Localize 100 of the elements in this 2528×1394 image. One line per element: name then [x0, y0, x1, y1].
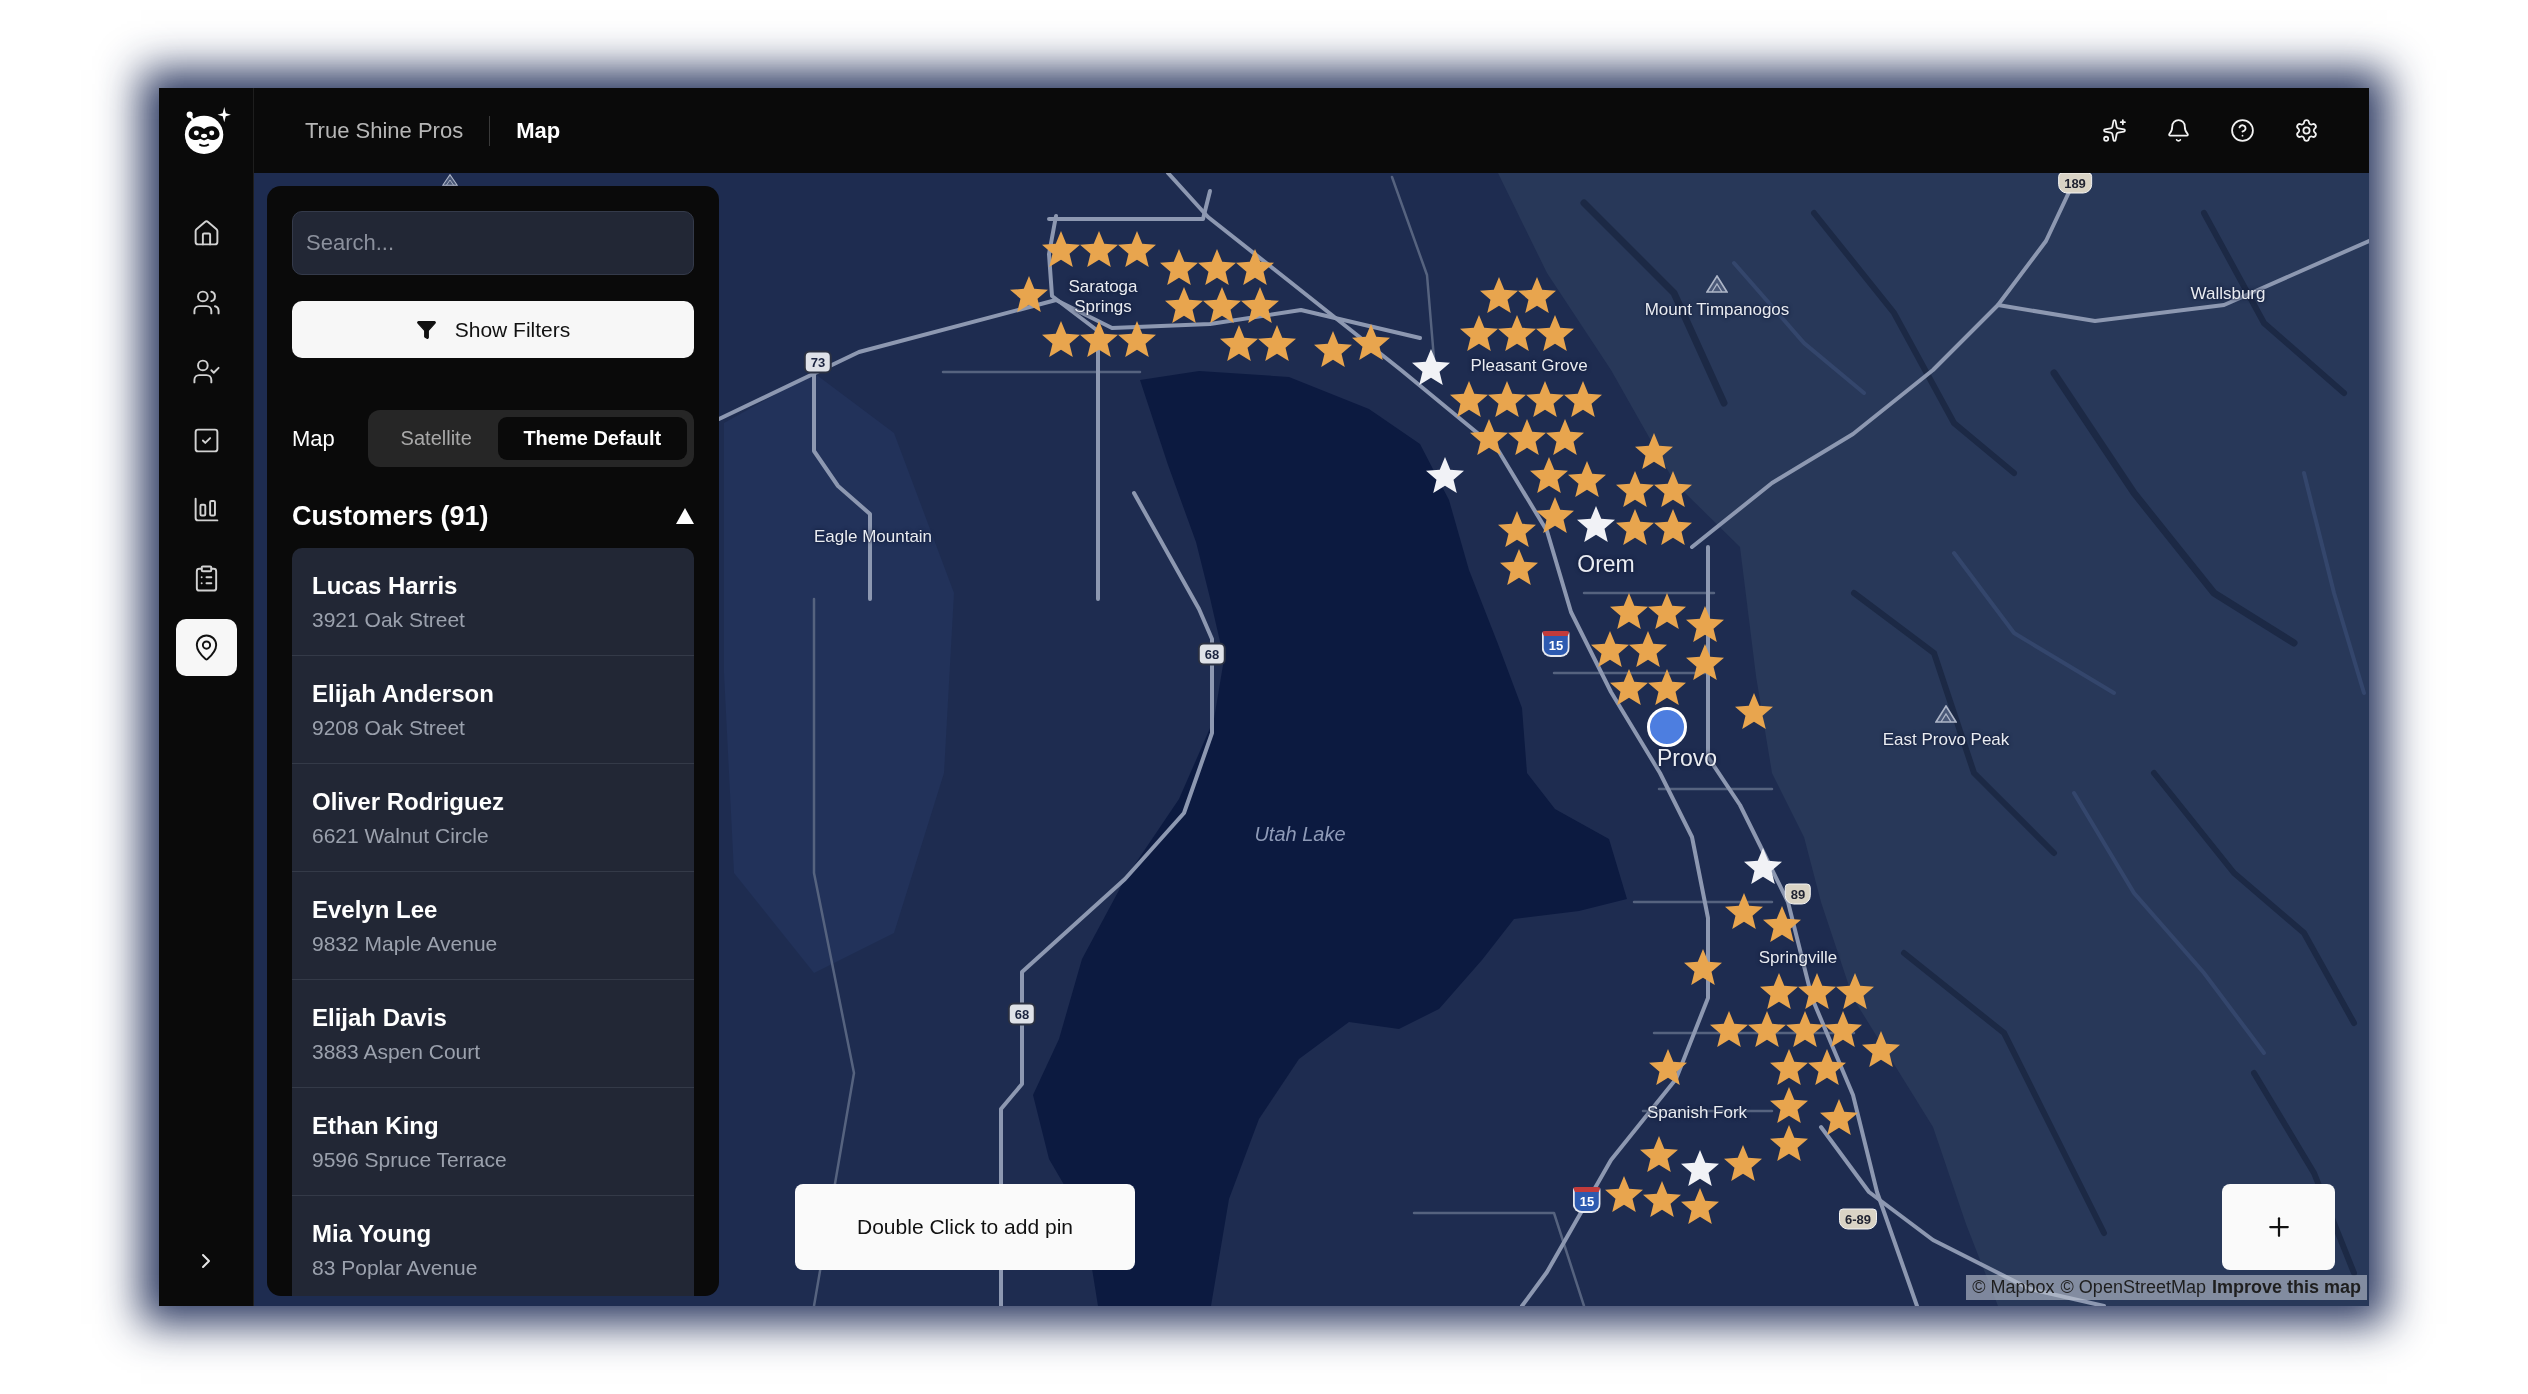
star-marker-icon[interactable] [1564, 381, 1602, 417]
breadcrumb-item[interactable]: Map [516, 117, 561, 144]
star-marker-icon[interactable] [1681, 1150, 1719, 1186]
star-marker-icon[interactable] [1681, 1188, 1719, 1224]
star-marker-icon[interactable] [1735, 693, 1773, 729]
star-marker-icon[interactable] [1820, 1099, 1858, 1135]
star-marker-icon[interactable] [1118, 321, 1156, 357]
customer-list-item[interactable]: Lucas Harris 3921 Oak Street [292, 548, 694, 656]
peak-label: East Provo Peak [1882, 730, 2010, 750]
attribution-link[interactable]: © Mapbox [1972, 1277, 2055, 1298]
star-marker-icon[interactable] [1042, 231, 1080, 267]
star-marker-icon[interactable] [1518, 277, 1556, 313]
star-marker-icon[interactable] [1648, 669, 1686, 705]
customer-list-item[interactable]: Evelyn Lee 9832 Maple Avenue [292, 872, 694, 980]
star-marker-icon[interactable] [1610, 593, 1648, 629]
customer-list-item[interactable]: Oliver Rodriguez 6621 Walnut Circle [292, 764, 694, 872]
star-marker-icon[interactable] [1763, 906, 1801, 942]
map-style-option[interactable]: Satellite [374, 417, 498, 460]
sparkles-icon[interactable] [2102, 118, 2127, 143]
star-marker-icon[interactable] [1862, 1031, 1900, 1067]
star-marker-icon[interactable] [1203, 287, 1241, 323]
star-marker-icon[interactable] [1488, 381, 1526, 417]
star-marker-icon[interactable] [1725, 893, 1763, 929]
star-marker-icon[interactable] [1760, 973, 1798, 1009]
star-marker-icon[interactable] [1258, 325, 1296, 361]
sidebar-nav-button[interactable] [175, 619, 237, 676]
settings-icon[interactable] [2294, 118, 2319, 143]
customer-list-item[interactable]: Elijah Davis 3883 Aspen Court [292, 980, 694, 1088]
star-marker-icon[interactable] [1530, 457, 1568, 493]
map-style-option[interactable]: Theme Default [497, 417, 687, 460]
star-marker-icon[interactable] [1546, 419, 1584, 455]
star-marker-icon[interactable] [1118, 231, 1156, 267]
star-marker-icon[interactable] [1470, 419, 1508, 455]
star-marker-icon[interactable] [1654, 509, 1692, 545]
collapse-triangle-icon[interactable] [676, 508, 694, 524]
breadcrumb-item[interactable]: True Shine Pros [305, 117, 464, 144]
star-marker-icon[interactable] [1643, 1181, 1681, 1217]
star-marker-icon[interactable] [1042, 321, 1080, 357]
star-marker-icon[interactable] [1460, 315, 1498, 351]
star-marker-icon[interactable] [1748, 1011, 1786, 1047]
star-marker-icon[interactable] [1635, 433, 1673, 469]
star-marker-icon[interactable] [1498, 315, 1536, 351]
star-marker-icon[interactable] [1684, 949, 1722, 985]
star-marker-icon[interactable] [1710, 1011, 1748, 1047]
star-marker-icon[interactable] [1412, 349, 1450, 385]
star-marker-icon[interactable] [1724, 1145, 1762, 1181]
star-marker-icon[interactable] [1220, 325, 1258, 361]
star-marker-icon[interactable] [1577, 506, 1615, 542]
star-marker-icon[interactable] [1500, 549, 1538, 585]
customer-list-item[interactable]: Mia Young 83 Poplar Avenue [292, 1196, 694, 1296]
star-marker-icon[interactable] [1808, 1049, 1846, 1085]
star-marker-icon[interactable] [1536, 315, 1574, 351]
bell-icon[interactable] [2166, 118, 2191, 143]
star-marker-icon[interactable] [1836, 973, 1874, 1009]
star-marker-icon[interactable] [1686, 606, 1724, 642]
star-marker-icon[interactable] [1080, 231, 1118, 267]
star-marker-icon[interactable] [1770, 1087, 1808, 1123]
star-marker-icon[interactable] [1080, 321, 1118, 357]
help-icon[interactable] [2230, 118, 2255, 143]
star-marker-icon[interactable] [1770, 1049, 1808, 1085]
star-marker-icon[interactable] [1616, 471, 1654, 507]
star-marker-icon[interactable] [1314, 331, 1352, 367]
search-field[interactable]: Search... [292, 211, 694, 275]
star-marker-icon[interactable] [1508, 419, 1546, 455]
star-marker-icon[interactable] [1480, 277, 1518, 313]
customer-list-item[interactable]: Elijah Anderson 9208 Oak Street [292, 656, 694, 764]
star-marker-icon[interactable] [1824, 1011, 1862, 1047]
place-label: Spanish Fork [1646, 1103, 1748, 1123]
star-marker-icon[interactable] [1426, 457, 1464, 493]
star-marker-icon[interactable] [1605, 1176, 1643, 1212]
star-marker-icon[interactable] [1770, 1125, 1808, 1161]
customer-list-item[interactable]: Ethan King 9596 Spruce Terrace [292, 1088, 694, 1196]
star-marker-icon[interactable] [1568, 461, 1606, 497]
star-marker-icon[interactable] [1165, 287, 1203, 323]
star-marker-icon[interactable] [1236, 249, 1274, 285]
star-marker-icon[interactable] [1536, 497, 1574, 533]
star-marker-icon[interactable] [1640, 1136, 1678, 1172]
customer-address: 9832 Maple Avenue [312, 931, 499, 957]
attribution-link[interactable]: Improve this map [2211, 1277, 2361, 1298]
star-marker-icon[interactable] [1616, 509, 1654, 545]
star-marker-icon[interactable] [1498, 511, 1536, 547]
star-marker-icon[interactable] [1629, 631, 1667, 667]
star-marker-icon[interactable] [1010, 276, 1048, 312]
attribution-link[interactable]: © OpenStreetMap [2060, 1277, 2206, 1298]
star-marker-icon[interactable] [1450, 381, 1488, 417]
show-filters-button[interactable]: Show Filters [292, 301, 694, 358]
star-marker-icon[interactable] [1786, 1011, 1824, 1047]
star-marker-icon[interactable] [1744, 848, 1782, 884]
star-marker-icon[interactable] [1798, 973, 1836, 1009]
star-marker-icon[interactable] [1654, 471, 1692, 507]
star-marker-icon[interactable] [1591, 631, 1629, 667]
star-marker-icon[interactable] [1352, 324, 1390, 360]
star-marker-icon[interactable] [1649, 1049, 1687, 1085]
star-marker-icon[interactable] [1610, 669, 1648, 705]
star-marker-icon[interactable] [1686, 644, 1724, 680]
star-marker-icon[interactable] [1160, 249, 1198, 285]
star-marker-icon[interactable] [1198, 249, 1236, 285]
star-marker-icon[interactable] [1526, 381, 1564, 417]
star-marker-icon[interactable] [1241, 287, 1279, 323]
star-marker-icon[interactable] [1648, 593, 1686, 629]
